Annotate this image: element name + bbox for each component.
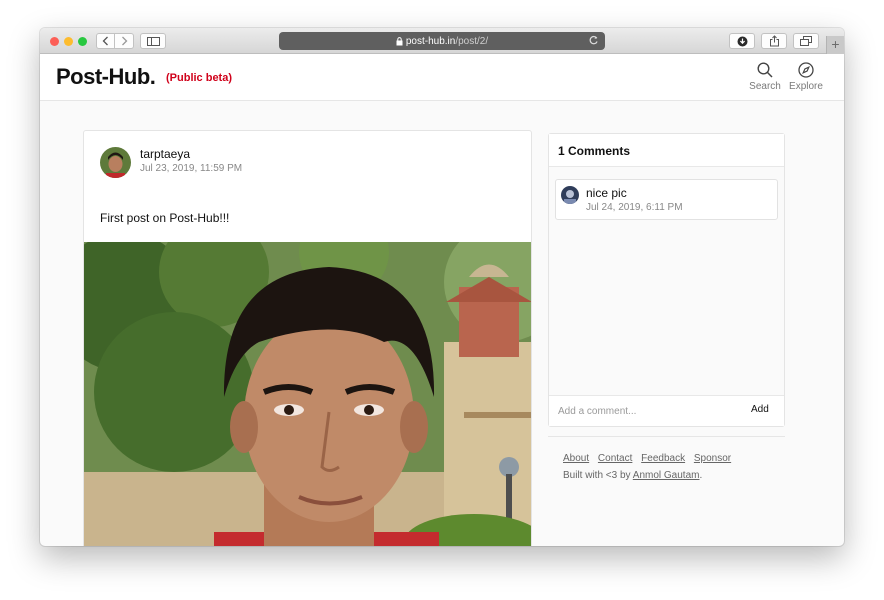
address-bar[interactable]: post-hub.in/post/2/ [279, 32, 605, 50]
url-path: /post/2/ [455, 35, 489, 47]
site-logo[interactable]: Post-Hub. [56, 64, 156, 90]
add-comment-button[interactable]: Add [751, 404, 769, 415]
nav-explore[interactable]: Explore [786, 62, 826, 92]
nav-search[interactable]: Search [745, 62, 785, 92]
comment-text: nice pic [586, 186, 627, 200]
comments-panel: 1 Comments nice pic Jul 24, 2019, 6:11 P… [548, 133, 785, 427]
footer-link-feedback[interactable]: Feedback [641, 453, 685, 464]
footer-link-about[interactable]: About [563, 453, 589, 464]
forward-button[interactable] [115, 33, 134, 49]
post-username[interactable]: tarptaeya [140, 147, 190, 161]
download-icon [737, 36, 747, 46]
comments-count-heading: 1 Comments [549, 134, 784, 167]
author-avatar-image [100, 147, 131, 178]
beta-badge: (Public beta) [166, 72, 233, 84]
tabs-icon [800, 36, 812, 46]
tabs-overview-button[interactable] [793, 33, 819, 49]
commenter-avatar[interactable] [561, 186, 579, 204]
footer-links: About Contact Feedback Sponsor [563, 453, 737, 464]
minimize-window-button[interactable] [64, 37, 73, 46]
comment-timestamp: Jul 24, 2019, 6:11 PM [586, 202, 683, 213]
compass-icon [798, 62, 814, 78]
browser-window: post-hub.in/post/2/ + Post-Hub. (Public … [40, 28, 844, 546]
author-link[interactable]: Anmol Gautam [633, 470, 700, 481]
share-icon [769, 35, 779, 47]
footer-link-sponsor[interactable]: Sponsor [694, 453, 731, 464]
footer-link-contact[interactable]: Contact [598, 453, 632, 464]
plus-icon: + [831, 36, 840, 52]
post-timestamp: Jul 23, 2019, 11:59 PM [140, 163, 243, 174]
sidebar-divider [548, 436, 785, 437]
post-photo [84, 207, 531, 546]
sidebar-icon [146, 36, 160, 46]
post-card: tarptaeya Jul 23, 2019, 11:59 PM First p… [83, 130, 532, 546]
downloads-button[interactable] [729, 33, 755, 49]
comment-item: nice pic Jul 24, 2019, 6:11 PM [555, 179, 778, 220]
url-host: post-hub.in [405, 35, 456, 47]
chevron-right-icon [121, 36, 127, 46]
close-window-button[interactable] [50, 37, 59, 46]
chevron-left-icon [102, 36, 108, 46]
nav-search-label: Search [749, 81, 781, 92]
new-tab-button[interactable]: + [826, 36, 844, 54]
credit-suffix: . [699, 470, 703, 481]
comment-input[interactable] [558, 403, 728, 419]
nav-explore-label: Explore [789, 81, 823, 92]
footer-credit: Built with <3 by Anmol Gautam. [563, 470, 702, 481]
search-icon [757, 62, 773, 78]
lock-icon [396, 36, 403, 45]
back-button[interactable] [96, 33, 115, 49]
commenter-avatar-image [561, 186, 579, 204]
credit-prefix: Built with <3 by [563, 470, 631, 481]
browser-toolbar: post-hub.in/post/2/ [40, 28, 844, 54]
share-button[interactable] [761, 33, 787, 49]
zoom-window-button[interactable] [78, 37, 87, 46]
post-caption: First post on Post-Hub!!! [100, 211, 230, 225]
site-header: Post-Hub. (Public beta) Search Explore [40, 54, 844, 101]
comment-form: Add [549, 395, 784, 426]
reload-icon[interactable] [588, 35, 599, 46]
avatar[interactable] [100, 147, 131, 178]
sidebar-toggle-button[interactable] [140, 33, 166, 49]
